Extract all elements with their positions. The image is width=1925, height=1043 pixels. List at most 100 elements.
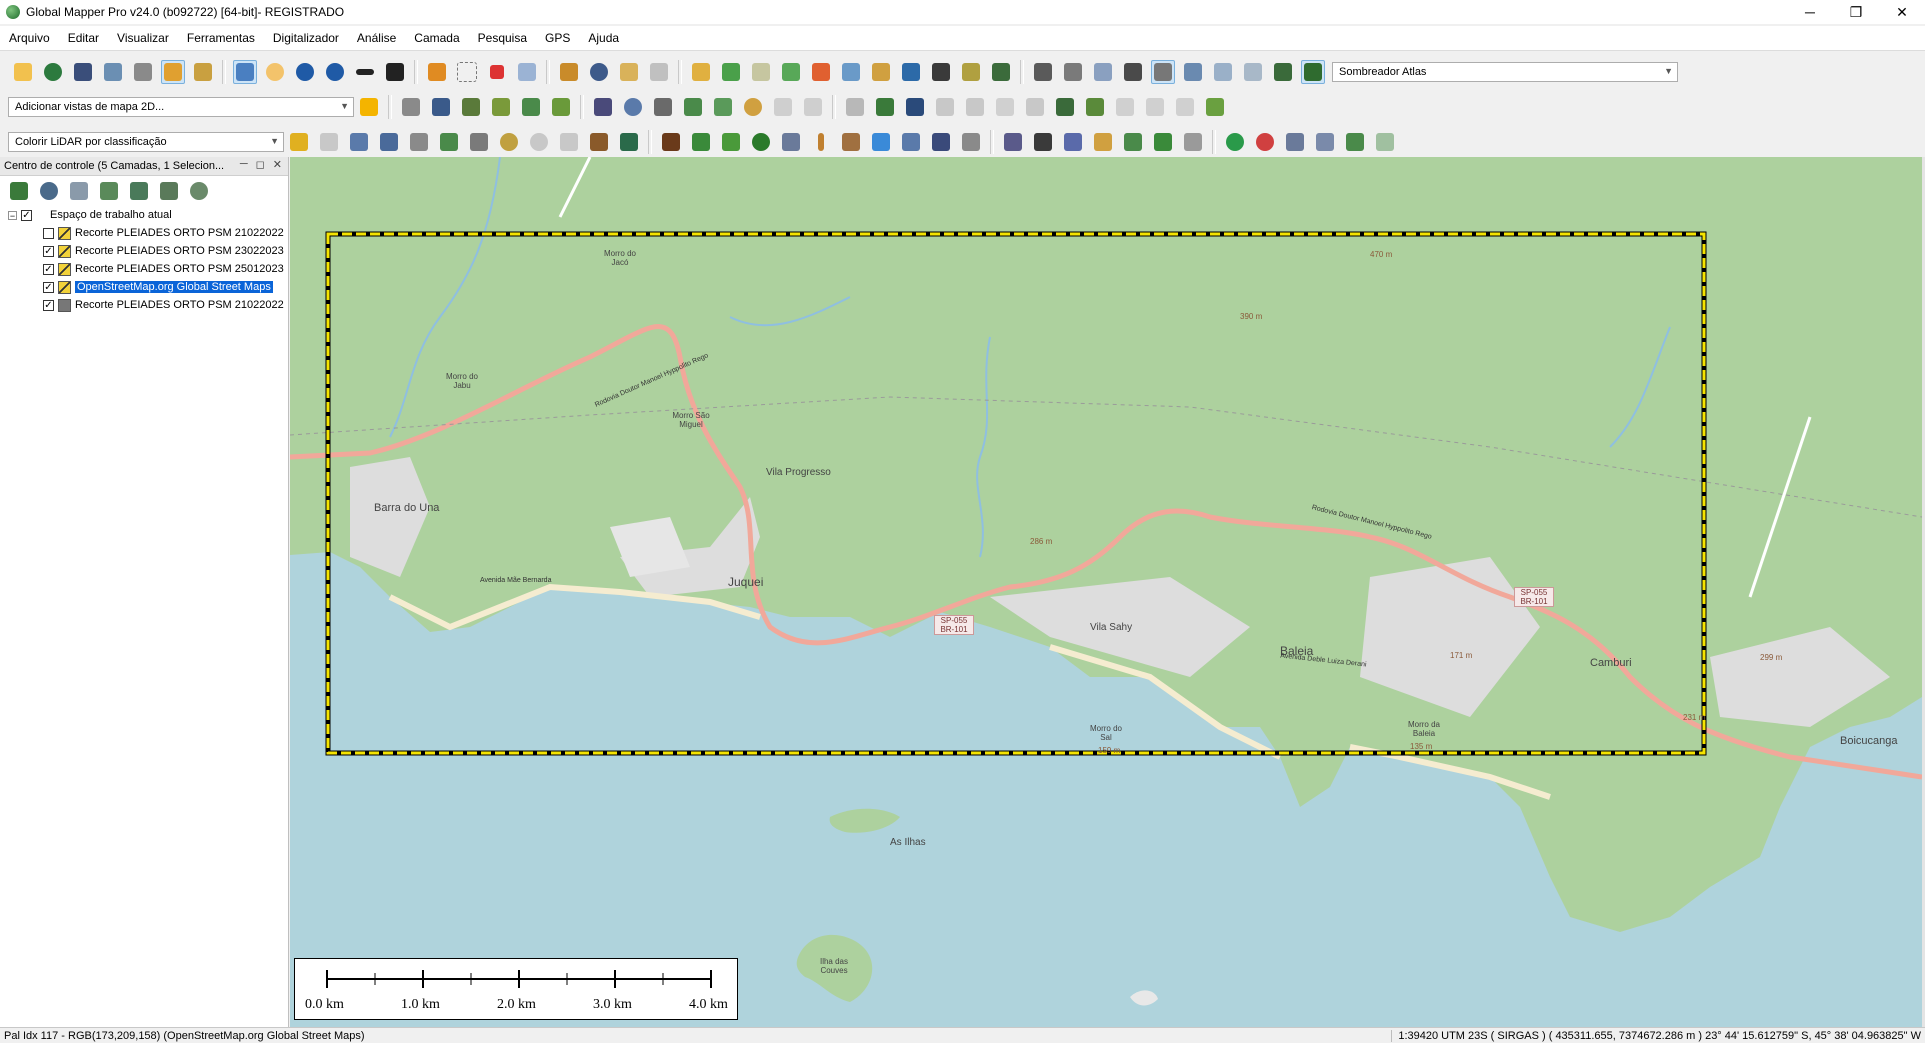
zoom-out-icon[interactable] bbox=[323, 60, 347, 84]
config-wrench-icon[interactable] bbox=[131, 60, 155, 84]
move-icon-10[interactable] bbox=[1113, 95, 1137, 119]
edit-vertex-icon-1[interactable] bbox=[591, 95, 615, 119]
lidar-icon-8[interactable] bbox=[497, 130, 521, 154]
digitize-line-icon-3[interactable] bbox=[459, 95, 483, 119]
lidar-icon-10[interactable] bbox=[557, 130, 581, 154]
lidar-icon-12[interactable] bbox=[617, 130, 641, 154]
digitize-line-icon-1[interactable] bbox=[399, 95, 423, 119]
lidar-icon-28[interactable] bbox=[1121, 130, 1145, 154]
layer-tool-icon-1[interactable] bbox=[97, 179, 121, 203]
layer-visibility-icon[interactable] bbox=[157, 179, 181, 203]
lidar-icon-3[interactable] bbox=[347, 130, 371, 154]
lidar-icon-21[interactable] bbox=[899, 130, 923, 154]
layer-tool-icon-2[interactable] bbox=[127, 179, 151, 203]
menu-gps[interactable]: GPS bbox=[536, 31, 579, 45]
favorite-star-icon[interactable] bbox=[357, 95, 381, 119]
back-arrow-icon[interactable] bbox=[353, 60, 377, 84]
profile-icon[interactable] bbox=[1001, 130, 1025, 154]
control-center-icon[interactable] bbox=[161, 60, 185, 84]
terrain-icon-6[interactable] bbox=[839, 60, 863, 84]
terrain-icon-1[interactable] bbox=[689, 60, 713, 84]
layer-checkbox[interactable] bbox=[43, 227, 54, 239]
info-icon[interactable] bbox=[587, 60, 611, 84]
home-icon[interactable] bbox=[383, 60, 407, 84]
layout-icon-6[interactable] bbox=[1181, 60, 1205, 84]
lidar-icon-4[interactable] bbox=[377, 130, 401, 154]
lidar-icon-27[interactable] bbox=[1091, 130, 1115, 154]
lidar-filter-icon[interactable] bbox=[287, 130, 311, 154]
edit-vertex-icon-7[interactable] bbox=[771, 95, 795, 119]
layer-checkbox[interactable]: ✓ bbox=[43, 281, 54, 293]
map-views-combo[interactable]: Adicionar vistas de mapa 2D... ▼ bbox=[8, 97, 354, 117]
move-icon-9[interactable] bbox=[1083, 95, 1107, 119]
float-panel-icon[interactable]: ◻ bbox=[256, 158, 265, 171]
layer-checkbox[interactable]: ✓ bbox=[43, 245, 54, 257]
stop-icon[interactable] bbox=[1253, 130, 1277, 154]
edit-vertex-icon-8[interactable] bbox=[801, 95, 825, 119]
gps-device-icon[interactable] bbox=[647, 60, 671, 84]
terrain-icon-3[interactable] bbox=[749, 60, 773, 84]
layer-row[interactable]: ✓ Recorte PLEIADES ORTO PSM 25012023 bbox=[8, 260, 288, 278]
play-icon[interactable] bbox=[1223, 130, 1247, 154]
move-icon-5[interactable] bbox=[963, 95, 987, 119]
zoom-to-layer-icon[interactable] bbox=[7, 179, 31, 203]
lidar-icon-29[interactable] bbox=[1151, 130, 1175, 154]
terrain-icon-7[interactable] bbox=[869, 60, 893, 84]
terrain-icon-8[interactable] bbox=[899, 60, 923, 84]
menu-digitalizador[interactable]: Digitalizador bbox=[264, 31, 348, 45]
edit-vertex-icon-2[interactable] bbox=[621, 95, 645, 119]
move-icon-11[interactable] bbox=[1143, 95, 1167, 119]
ground-class-icon[interactable] bbox=[659, 130, 683, 154]
move-icon-7[interactable] bbox=[1023, 95, 1047, 119]
building-icon[interactable] bbox=[779, 130, 803, 154]
triangle-icon[interactable] bbox=[467, 130, 491, 154]
water-icon[interactable] bbox=[869, 130, 893, 154]
minimize-button[interactable]: ─ bbox=[1787, 0, 1833, 24]
menu-ferramentas[interactable]: Ferramentas bbox=[178, 31, 264, 45]
digitize-line-icon-6[interactable] bbox=[549, 95, 573, 119]
layer-row-selected[interactable]: ✓ OpenStreetMap.org Global Street Maps bbox=[8, 278, 288, 296]
draw-area-icon[interactable] bbox=[455, 60, 479, 84]
lidar-icon-22[interactable] bbox=[929, 130, 953, 154]
lidar-icon-9[interactable] bbox=[527, 130, 551, 154]
layer-checkbox[interactable]: ✓ bbox=[43, 263, 54, 275]
workspace-checkbox[interactable]: ✓ bbox=[21, 209, 32, 221]
menu-ajuda[interactable]: Ajuda bbox=[579, 31, 628, 45]
lidar-icon-6[interactable] bbox=[437, 130, 461, 154]
overview-icon[interactable] bbox=[191, 60, 215, 84]
shader-mountain-icon[interactable] bbox=[1301, 60, 1325, 84]
attribute-table-icon[interactable] bbox=[67, 179, 91, 203]
vegetation-icon-1[interactable] bbox=[689, 130, 713, 154]
mountain-icon[interactable] bbox=[1031, 130, 1055, 154]
lidar-icon-30[interactable] bbox=[1181, 130, 1205, 154]
vegetation-icon-2[interactable] bbox=[719, 130, 743, 154]
grid-select-icon[interactable] bbox=[515, 60, 539, 84]
tree-icon[interactable] bbox=[749, 130, 773, 154]
move-icon-4[interactable] bbox=[933, 95, 957, 119]
terrain-icon-9[interactable] bbox=[929, 60, 953, 84]
lidar-icon-5[interactable] bbox=[407, 130, 431, 154]
edit-vertex-icon-3[interactable] bbox=[651, 95, 675, 119]
delete-x-icon[interactable] bbox=[485, 60, 509, 84]
layout-icon-1[interactable] bbox=[1031, 60, 1055, 84]
remove-layer-icon[interactable] bbox=[187, 179, 211, 203]
move-icon-3[interactable] bbox=[903, 95, 927, 119]
fly-icon-1[interactable] bbox=[1283, 130, 1307, 154]
search-feature-icon[interactable] bbox=[617, 60, 641, 84]
save-icon[interactable] bbox=[71, 60, 95, 84]
menu-editar[interactable]: Editar bbox=[59, 31, 108, 45]
collapse-icon[interactable]: − bbox=[8, 210, 17, 220]
layout-icon-9[interactable] bbox=[1271, 60, 1295, 84]
terrain-icon-2[interactable] bbox=[719, 60, 743, 84]
select-tool-icon[interactable] bbox=[233, 60, 257, 84]
remove-waypoint-icon[interactable] bbox=[1373, 130, 1397, 154]
map-view[interactable]: Barra do Una Juquei Vila Progresso Vila … bbox=[290, 157, 1922, 1027]
layer-row[interactable]: Recorte PLEIADES ORTO PSM 21022022 bbox=[8, 224, 288, 242]
add-waypoint-icon[interactable] bbox=[1343, 130, 1367, 154]
menu-arquivo[interactable]: Arquivo bbox=[0, 31, 59, 45]
edit-vertex-icon-4[interactable] bbox=[681, 95, 705, 119]
ruler-icon[interactable] bbox=[557, 60, 581, 84]
shader-combo[interactable]: Sombreador Atlas ▼ bbox=[1332, 62, 1678, 82]
move-icon-8[interactable] bbox=[1053, 95, 1077, 119]
pole-icon[interactable] bbox=[809, 130, 833, 154]
